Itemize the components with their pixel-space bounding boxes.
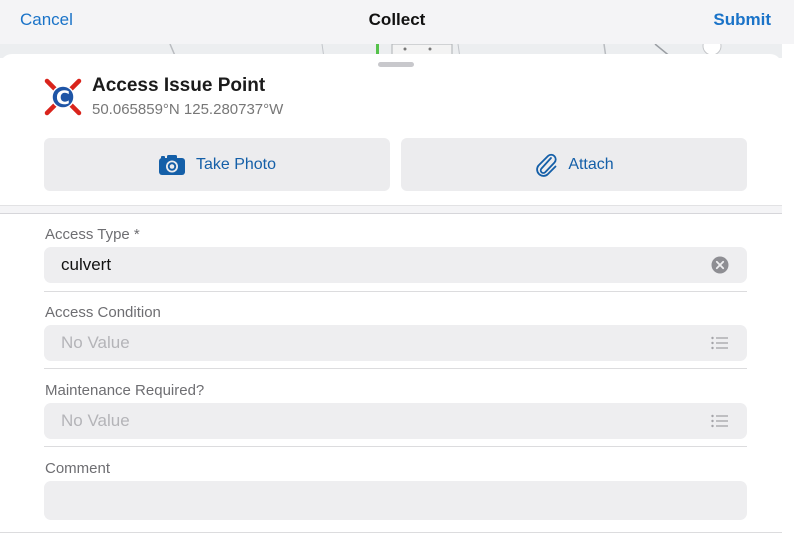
access-condition-field[interactable]: No Value bbox=[44, 325, 747, 361]
attach-label: Attach bbox=[568, 155, 614, 173]
list-icon bbox=[711, 414, 729, 428]
right-edge bbox=[782, 44, 794, 553]
bottom-separator bbox=[0, 532, 782, 533]
field-separator bbox=[44, 446, 747, 447]
attach-button[interactable]: Attach bbox=[401, 138, 747, 191]
access-condition-placeholder: No Value bbox=[61, 333, 130, 352]
sheet-grabber-handle[interactable] bbox=[378, 62, 414, 67]
access-type-field[interactable]: culvert bbox=[44, 247, 747, 283]
section-separator bbox=[0, 205, 782, 214]
submit-button[interactable]: Submit bbox=[713, 10, 771, 30]
access-condition-label: Access Condition bbox=[45, 304, 161, 321]
navigation-bar: Cancel Collect Submit bbox=[0, 0, 794, 44]
access-type-label: Access Type * bbox=[45, 226, 140, 243]
field-separator bbox=[44, 368, 747, 369]
access-type-value: culvert bbox=[61, 255, 112, 274]
culvert-blocked-icon: C bbox=[44, 78, 82, 116]
feature-coordinates: 50.065859°N 125.280737°W bbox=[92, 101, 284, 118]
camera-icon bbox=[158, 154, 186, 176]
maintenance-required-field[interactable]: No Value bbox=[44, 403, 747, 439]
list-icon bbox=[711, 336, 729, 350]
feature-form-sheet: C Access Issue Point 50.065859°N 125.280… bbox=[0, 54, 782, 553]
take-photo-label: Take Photo bbox=[195, 155, 277, 173]
page-title: Collect bbox=[368, 10, 426, 29]
paperclip-icon bbox=[534, 152, 558, 178]
feature-title: Access Issue Point bbox=[92, 75, 266, 96]
comment-label: Comment bbox=[45, 460, 111, 477]
take-photo-button[interactable]: Take Photo bbox=[44, 138, 390, 191]
clear-icon[interactable] bbox=[711, 256, 729, 274]
comment-field[interactable] bbox=[44, 481, 747, 520]
icon-letter: C bbox=[56, 87, 70, 109]
maintenance-required-placeholder: No Value bbox=[61, 411, 130, 430]
maintenance-required-label: Maintenance Required? bbox=[45, 382, 205, 399]
field-separator bbox=[44, 291, 747, 292]
